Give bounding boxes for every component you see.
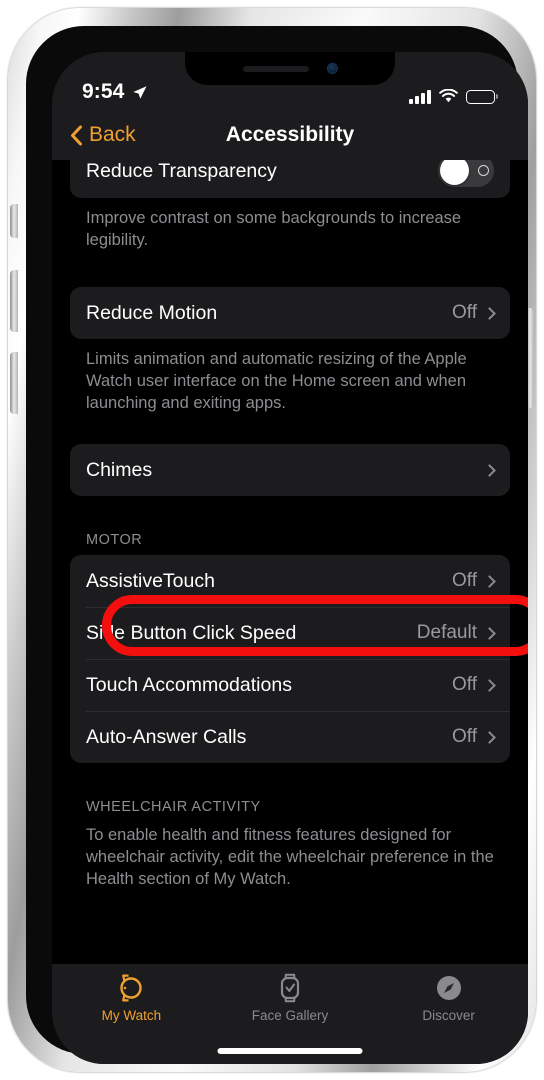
section-chimes: Chimes bbox=[70, 444, 510, 496]
section-reduce-transparency: Reduce Transparency bbox=[70, 160, 510, 198]
row-value: Off bbox=[452, 302, 477, 323]
chevron-left-icon bbox=[71, 125, 82, 145]
tab-bar: My Watch Face Gallery Discover bbox=[52, 964, 528, 1064]
tab-my-watch[interactable]: My Watch bbox=[52, 973, 211, 1023]
tab-discover[interactable]: Discover bbox=[369, 973, 528, 1023]
phone-screen: 9:54 Back Accessibility Reduce Transpare… bbox=[52, 52, 528, 1064]
row-label: AssistiveTouch bbox=[86, 569, 215, 592]
apple-watch-band-icon bbox=[118, 973, 144, 1003]
mute-switch-button[interactable] bbox=[10, 204, 18, 238]
chevron-right-icon bbox=[483, 730, 496, 744]
section-header-wheelchair-activity: WHEELCHAIR ACTIVITY bbox=[86, 799, 261, 815]
row-value: Default bbox=[416, 622, 477, 643]
toggle-knob bbox=[440, 160, 469, 185]
phone-bezel: 9:54 Back Accessibility Reduce Transpare… bbox=[26, 26, 528, 1064]
toggle-off-label-icon bbox=[478, 165, 489, 176]
status-bar-left: 9:54 bbox=[82, 80, 148, 104]
front-camera-icon bbox=[326, 63, 338, 74]
tab-label: My Watch bbox=[101, 1008, 162, 1023]
row-touch-accommodations[interactable]: Touch Accommodations Off bbox=[70, 659, 510, 711]
row-label: Chimes bbox=[86, 458, 153, 481]
wifi-icon bbox=[439, 89, 458, 103]
navigation-bar: Back Accessibility bbox=[52, 110, 528, 160]
back-button[interactable]: Back bbox=[70, 123, 136, 147]
row-value: Off bbox=[452, 674, 477, 695]
status-bar-right bbox=[409, 89, 498, 104]
footnote-reduce-motion: Limits animation and automatic resizing … bbox=[86, 350, 467, 412]
row-reduce-transparency[interactable]: Reduce Transparency bbox=[70, 160, 510, 198]
row-label: Side Button Click Speed bbox=[86, 621, 297, 644]
row-label: Reduce Transparency bbox=[86, 160, 277, 182]
location-arrow-icon bbox=[133, 85, 147, 99]
tab-label: Discover bbox=[422, 1008, 475, 1023]
row-side-button-click-speed[interactable]: Side Button Click Speed Default bbox=[70, 607, 510, 659]
phone-frame: 9:54 Back Accessibility Reduce Transpare… bbox=[8, 8, 536, 1072]
chevron-right-icon bbox=[483, 574, 496, 588]
back-button-label: Back bbox=[89, 123, 136, 146]
row-value: Off bbox=[452, 726, 477, 747]
battery-full-icon bbox=[466, 89, 498, 104]
footnote-wheelchair-activity: To enable health and fitness features de… bbox=[86, 826, 494, 888]
row-reduce-motion[interactable]: Reduce Motion Off bbox=[70, 287, 510, 339]
earpiece-speaker-icon bbox=[242, 65, 309, 72]
section-reduce-motion: Reduce Motion Off bbox=[70, 287, 510, 339]
reduce-transparency-toggle[interactable] bbox=[438, 160, 494, 187]
watch-face-icon bbox=[278, 973, 302, 1003]
footnote-reduce-transparency: Improve contrast on some backgrounds to … bbox=[86, 209, 462, 249]
volume-down-button[interactable] bbox=[10, 352, 18, 414]
section-header-motor: MOTOR bbox=[86, 532, 143, 548]
status-bar-clock: 9:54 bbox=[82, 80, 125, 103]
tab-face-gallery[interactable]: Face Gallery bbox=[211, 973, 370, 1023]
row-chimes[interactable]: Chimes bbox=[70, 444, 510, 496]
home-indicator[interactable] bbox=[217, 1048, 363, 1054]
row-label: Reduce Motion bbox=[86, 301, 218, 324]
row-assistivetouch[interactable]: AssistiveTouch Off bbox=[70, 555, 510, 607]
row-auto-answer-calls[interactable]: Auto-Answer Calls Off bbox=[70, 711, 510, 763]
chevron-right-icon bbox=[483, 463, 496, 477]
device-notch bbox=[185, 52, 395, 85]
settings-list[interactable]: Reduce Transparency Improve contrast on … bbox=[52, 160, 528, 964]
chevron-right-icon bbox=[483, 626, 496, 640]
volume-up-button[interactable] bbox=[10, 270, 18, 332]
chevron-right-icon bbox=[483, 306, 496, 320]
cellular-signal-icon bbox=[409, 89, 431, 104]
compass-icon bbox=[435, 973, 463, 1003]
row-label: Auto-Answer Calls bbox=[86, 725, 247, 748]
row-label: Touch Accommodations bbox=[86, 673, 292, 696]
chevron-right-icon bbox=[483, 678, 496, 692]
tab-label: Face Gallery bbox=[251, 1008, 329, 1023]
row-value: Off bbox=[452, 570, 477, 591]
section-motor: AssistiveTouch Off Side Button Click Spe… bbox=[70, 555, 510, 763]
